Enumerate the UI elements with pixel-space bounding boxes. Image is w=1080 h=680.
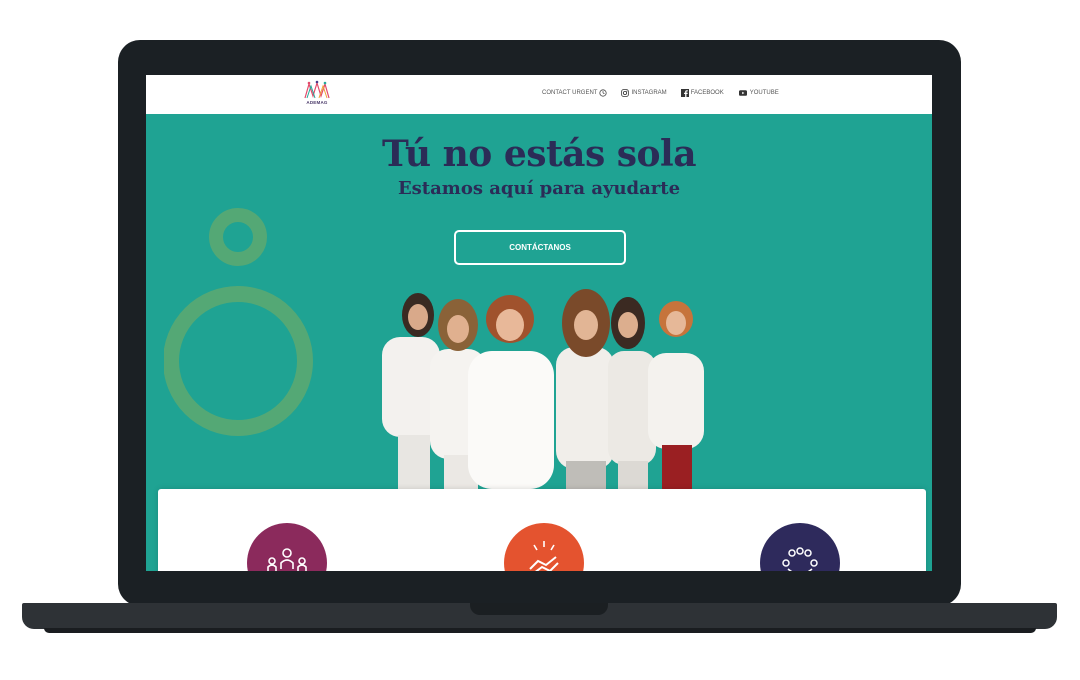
facebook-icon [680, 89, 689, 97]
clock-icon [599, 89, 608, 97]
person-figure [468, 295, 554, 489]
group-people-icon [247, 523, 327, 571]
nav-links: CONTACT URGENT INSTAGRAM FACEBOOK YOUTUB… [542, 89, 779, 97]
handshake-icon [504, 523, 584, 571]
laptop-notch [470, 603, 608, 615]
person-figure [556, 289, 614, 489]
ademag-logo[interactable]: ADEMAG [304, 80, 330, 110]
laptop-screen: ADEMAG CONTACT URGENT INSTAGRAM FACEBOOK… [146, 75, 932, 571]
laptop-base-shadow [44, 628, 1036, 633]
nav-contact-urgent[interactable]: CONTACT URGENT [542, 89, 608, 97]
nav-facebook-label: FACEBOOK [690, 90, 724, 96]
nav-youtube-label: YOUTUBE [749, 90, 779, 96]
logo-mark-icon [304, 80, 330, 99]
services-cards-panel [158, 489, 926, 571]
instagram-icon [621, 89, 630, 97]
hero-group-photo [382, 289, 704, 489]
hero-title: Tú no estás sola [381, 133, 697, 175]
nav-instagram-label: INSTAGRAM [631, 90, 667, 96]
contact-us-button[interactable]: CONTÁCTANOS [454, 230, 626, 265]
youtube-icon [738, 90, 747, 96]
service-card-community[interactable] [247, 523, 327, 571]
nav-instagram[interactable]: INSTAGRAM [621, 89, 667, 97]
nav-contact-urgent-label: CONTACT URGENT [542, 90, 598, 96]
navbar: ADEMAG CONTACT URGENT INSTAGRAM FACEBOOK… [146, 75, 932, 114]
decorative-ring-symbol [164, 208, 313, 436]
nav-facebook[interactable]: FACEBOOK [680, 89, 724, 97]
community-circle-icon [760, 523, 840, 571]
nav-youtube[interactable]: YOUTUBE [738, 89, 779, 97]
hero-subtitle: Estamos aquí para ayudarte [397, 178, 681, 199]
person-figure [648, 301, 704, 489]
service-card-support[interactable] [504, 523, 584, 571]
service-card-network[interactable] [760, 523, 840, 571]
logo-text: ADEMAG [306, 100, 328, 105]
